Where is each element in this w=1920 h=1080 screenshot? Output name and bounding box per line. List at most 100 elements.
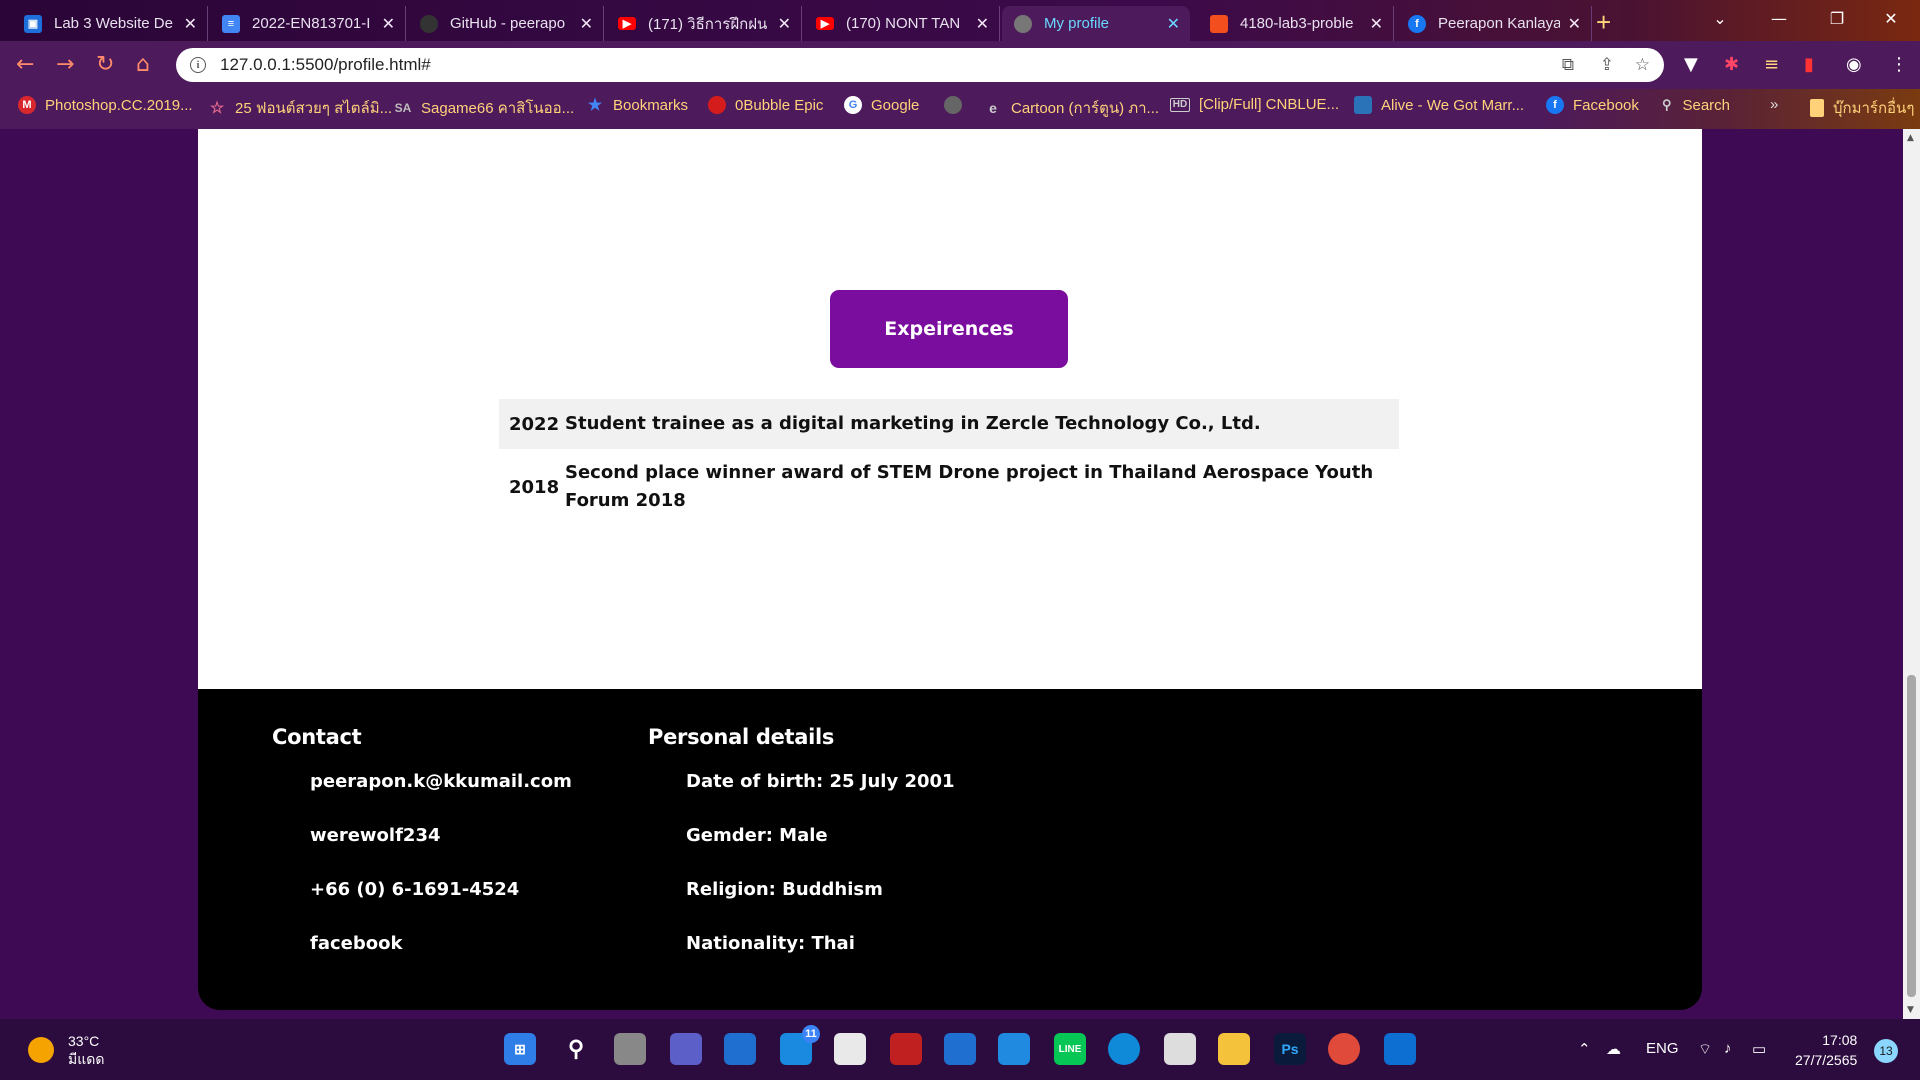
close-tab-icon[interactable]: ✕ [1568,14,1581,34]
mail-icon[interactable]: 11 [780,1025,820,1065]
bookmark-item[interactable]: M Photoshop.CC.2019... [18,96,193,114]
translate-icon[interactable]: ⧉ [1562,55,1574,75]
extension-puzzle-icon[interactable]: ✱ [1724,54,1739,75]
file-explorer-icon[interactable] [1218,1033,1250,1065]
extension-filter-icon[interactable]: ▼ [1684,54,1698,75]
bookmark-item[interactable]: ☆ 25 ฟอนต์สวยๆ สไตล์มิ... [208,96,392,120]
bookmark-label: Cartoon (การ์ตูน) ภา... [1011,100,1160,117]
contact-phone[interactable]: +66 (0) 6-1691-4524 [310,875,572,929]
personal-details-title: Personal details [648,725,835,749]
tab-facebook[interactable]: f Peerapon Kanlaya ✕ [1396,6,1592,41]
store-icon[interactable] [834,1033,866,1065]
experiences-table: 2022 Student trainee as a digital market… [499,399,1399,525]
close-tab-icon[interactable]: ✕ [976,14,989,34]
tray-overflow-icon[interactable]: ⌃ [1578,1040,1591,1058]
task-view-icon[interactable] [614,1033,646,1065]
tab-doc[interactable]: ≡ 2022-EN813701-I ✕ [210,6,406,41]
scroll-up-icon[interactable]: ▲ [1907,133,1914,143]
close-tab-icon[interactable]: ✕ [184,14,197,34]
volume-icon[interactable]: ♪ [1724,1040,1732,1057]
profile-avatar[interactable]: ◉ [1846,54,1862,75]
experiences-button[interactable]: Expeirences [830,290,1068,368]
media-icon[interactable]: ≡ [1764,54,1779,75]
contact-title: Contact [272,725,362,749]
wifi-icon[interactable]: ⌔ [1698,1040,1712,1059]
share-icon[interactable]: ⇪ [1600,55,1614,75]
forward-icon[interactable]: → [56,52,74,77]
edge-icon[interactable] [1108,1033,1140,1065]
close-tab-icon[interactable]: ✕ [382,14,395,34]
photoshop-icon[interactable]: Ps [1274,1033,1306,1065]
close-tab-icon[interactable]: ✕ [778,14,791,34]
app-icon[interactable] [998,1033,1030,1065]
contact-username[interactable]: werewolf234 [310,821,572,875]
line-icon[interactable]: LINE [1054,1033,1086,1065]
site-info-icon[interactable]: i [190,57,206,73]
tab-youtube-170[interactable]: ▶ (170) NONT TAN ✕ [804,6,1000,41]
bookmark-item[interactable]: 0Bubble Epic [708,96,823,114]
contact-facebook-link[interactable]: facebook [310,929,572,983]
tab-my-profile[interactable]: My profile ✕ [1002,6,1190,41]
bookmark-item[interactable]: ⚲ Search [1660,96,1730,114]
tab-youtube-171[interactable]: ▶ (171) วิธีการฝึกฝน ✕ [606,6,802,41]
weather-widget[interactable]: 33°C มีแดด [28,1032,104,1068]
vscode-icon[interactable] [1384,1033,1416,1065]
bookmark-item[interactable]: HD [Clip/Full] CNBLUE... [1170,96,1339,113]
bookmark-item[interactable]: ★ Bookmarks [586,96,688,115]
bookmark-star-icon[interactable]: ☆ [1635,55,1650,75]
battery-icon[interactable]: ▭ [1752,1040,1766,1058]
scroll-down-icon[interactable]: ▼ [1907,1005,1914,1015]
bookmark-label: บุ๊กมาร์กอื่นๆ [1833,100,1915,117]
bookmark-item[interactable]: G Google [844,96,919,114]
search-icon[interactable]: ⚲ [560,1033,592,1065]
other-bookmarks[interactable]: บุ๊กมาร์กอื่นๆ [1810,96,1914,120]
close-tab-icon[interactable]: ✕ [580,14,593,34]
bookmarks-overflow-button[interactable]: » [1770,96,1778,113]
youtube-icon: ▶ [816,17,834,30]
tab-lab3[interactable]: ▣ Lab 3 Website De ✕ [12,6,208,41]
contact-email[interactable]: peerapon.k@kkumail.com [310,767,572,821]
game-app-icon[interactable] [890,1033,922,1065]
tab-title: Lab 3 Website De [54,15,173,32]
new-tab-button[interactable]: + [1596,7,1611,38]
menu-kebab-icon[interactable]: ⋮ [1890,54,1908,75]
app-icon[interactable] [944,1033,976,1065]
snipping-tool-icon[interactable] [1164,1033,1196,1065]
language-indicator[interactable]: ENG [1646,1040,1679,1057]
experience-year: 2018 [509,476,560,498]
chrome-icon[interactable] [1328,1033,1360,1065]
experience-description: Second place winner award of STEM Drone … [565,462,1374,511]
minimize-button[interactable]: — [1750,0,1808,36]
bookmark-label: [Clip/Full] CNBLUE... [1199,96,1340,113]
bookmark-item[interactable]: e Cartoon (การ์ตูน) ภา... [984,96,1159,120]
google-icon: G [844,96,862,114]
close-tab-icon[interactable]: ✕ [1370,14,1383,34]
back-icon[interactable]: ← [16,52,34,77]
personal-birthdate: Date of birth: 25 July 2001 [686,771,955,792]
extension-red-icon[interactable]: ▮ [1804,54,1814,75]
clock[interactable]: 17:08 27/7/2565 [1795,1030,1857,1070]
home-icon[interactable]: ⌂ [136,52,150,77]
tab-search-icon[interactable]: ⌄ [1691,0,1749,36]
address-bar[interactable]: i 127.0.0.1:5500/profile.html# ⧉ ⇪ ☆ [176,48,1664,82]
start-icon[interactable]: ⊞ [504,1033,536,1065]
tab-github[interactable]: GitHub - peerapo ✕ [408,6,604,41]
bookmark-item[interactable]: SA Sagame66 คาสิโนออ... [394,96,575,120]
notification-center-badge[interactable]: 13 [1874,1039,1898,1063]
tab-figma[interactable]: 4180-lab3-proble ✕ [1198,6,1394,41]
bookmark-item[interactable] [944,96,971,114]
widgets-icon[interactable] [724,1033,756,1065]
reload-icon[interactable]: ↻ [96,52,114,77]
address-url[interactable]: 127.0.0.1:5500/profile.html# [220,55,431,75]
scrollbar-thumb[interactable] [1907,675,1916,997]
bookmark-label: Alive - We Got Marr... [1381,96,1525,114]
onedrive-icon[interactable]: ☁ [1606,1040,1621,1058]
teams-chat-icon[interactable] [670,1033,702,1065]
page-scrollbar[interactable]: ▲ ▼ [1903,129,1920,1019]
bookmark-item[interactable]: f Facebook [1546,96,1639,114]
close-tab-icon[interactable]: ✕ [1167,14,1180,34]
bookmark-item[interactable]: Alive - We Got Marr... [1354,96,1524,114]
personal-details-section: Personal details Date of birth: 25 July … [648,725,955,983]
restore-button[interactable]: ❐ [1808,0,1866,36]
close-window-button[interactable]: ✕ [1862,0,1920,36]
